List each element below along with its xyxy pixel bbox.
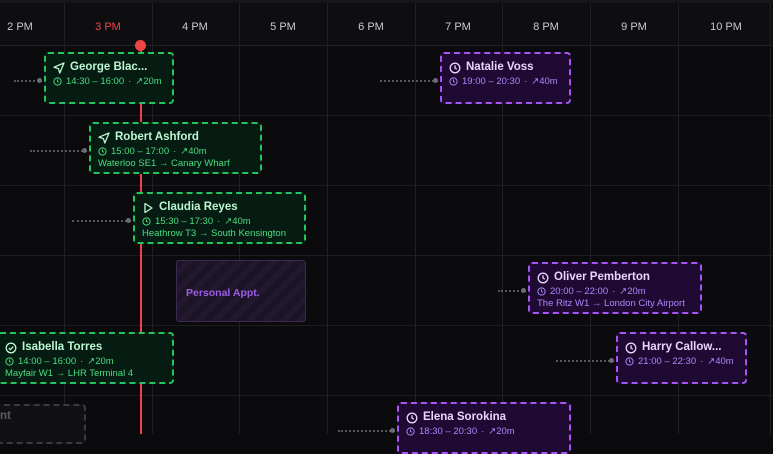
travel-connector (556, 360, 614, 362)
separator-dot: · (217, 216, 221, 227)
booking-duration: ↗20m (488, 426, 515, 437)
hour-label: 7 PM (445, 21, 471, 33)
hour-gridline (415, 3, 416, 434)
booking-card[interactable]: Isabella Torres 14:00 – 16:00 · ↗20m May… (0, 332, 174, 384)
connector-dot (521, 288, 526, 293)
connector-dot (126, 218, 131, 223)
partial-booking-card[interactable]: nt (0, 404, 86, 444)
booking-route: Mayfair W1 → LHR Terminal 4 (5, 368, 134, 379)
booking-time: 20:00 – 22:00 (550, 286, 609, 297)
clock-icon (5, 357, 14, 366)
travel-connector (338, 430, 395, 432)
booking-client-name: Oliver Pemberton (554, 271, 650, 283)
hour-gridline (327, 3, 328, 434)
connector-dot (390, 428, 395, 433)
row-divider (0, 115, 773, 116)
booking-time: 15:00 – 17:00 (111, 146, 170, 157)
booking-route: The Ritz W1 → London City Airport (537, 298, 685, 309)
booking-time: 19:00 – 20:30 (462, 76, 521, 87)
clock-icon (537, 271, 549, 284)
booking-duration: ↗40m (531, 76, 558, 87)
separator-dot: · (173, 146, 177, 157)
separator-dot: · (80, 356, 84, 367)
clock-icon (449, 61, 461, 74)
booking-duration: ↗20m (135, 76, 162, 87)
clock-icon (625, 341, 637, 354)
navigation-arrow-icon (53, 61, 65, 74)
booking-duration: ↗40m (180, 146, 207, 157)
hour-label: 6 PM (358, 21, 384, 33)
booking-client-name: Elena Sorokina (423, 411, 507, 423)
booking-card[interactable]: Harry Callow... 21:00 – 22:30 · ↗40m (616, 332, 747, 384)
booking-duration: ↗20m (87, 356, 114, 367)
booking-client-name: Isabella Torres (22, 341, 103, 353)
clock-icon (449, 77, 458, 86)
booking-client-name: Natalie Voss (466, 61, 534, 73)
hour-gridline (590, 3, 591, 434)
clock-icon (537, 287, 546, 296)
hour-label: 2 PM (7, 21, 33, 33)
booking-route: Heathrow T3 → South Kensington (142, 228, 286, 239)
personal-appointment-label: Personal Appt. (186, 287, 260, 299)
booking-client-name: George Blac... (70, 61, 148, 73)
travel-connector (72, 220, 131, 222)
hour-label: 8 PM (533, 21, 559, 33)
travel-connector (380, 80, 438, 82)
row-divider (0, 325, 773, 326)
booking-client-name: Harry Callow... (642, 341, 722, 353)
current-time-marker (135, 40, 146, 51)
navigation-arrow-icon (98, 131, 110, 144)
separator-dot: · (524, 76, 528, 87)
row-divider (0, 185, 773, 186)
booking-time: 15:30 – 17:30 (155, 216, 214, 227)
row-divider (0, 395, 773, 396)
hour-label: 9 PM (621, 21, 647, 33)
travel-connector (30, 150, 87, 152)
separator-dot: · (612, 286, 616, 297)
connector-dot (609, 358, 614, 363)
booking-duration: ↗40m (224, 216, 251, 227)
booking-client-name: Claudia Reyes (159, 201, 238, 213)
clock-icon (406, 427, 415, 436)
booking-card[interactable]: Robert Ashford 15:00 – 17:00 · ↗40m Wate… (89, 122, 262, 174)
separator-dot: · (700, 356, 704, 367)
booking-time: 14:30 – 16:00 (66, 76, 125, 87)
booking-card[interactable]: George Blac... 14:30 – 16:00 · ↗20m (44, 52, 174, 104)
separator-dot: · (128, 76, 132, 87)
hour-gridline (770, 3, 771, 434)
clock-icon (406, 411, 418, 424)
booking-client-name: Robert Ashford (115, 131, 199, 143)
booking-card[interactable]: Elena Sorokina 18:30 – 20:30 · ↗20m (397, 402, 571, 454)
check-circle-icon (5, 341, 17, 354)
booking-card[interactable]: Claudia Reyes 15:30 – 17:30 · ↗40m Heath… (133, 192, 306, 244)
personal-appointment-block[interactable]: Personal Appt. (176, 260, 306, 322)
booking-duration: ↗20m (619, 286, 646, 297)
clock-icon (53, 77, 62, 86)
hour-label: 10 PM (710, 21, 742, 33)
booking-duration: ↗40m (707, 356, 734, 367)
connector-dot (433, 78, 438, 83)
play-icon (142, 201, 154, 214)
clock-icon (98, 147, 107, 156)
hour-label: 4 PM (182, 21, 208, 33)
hour-label: 5 PM (270, 21, 296, 33)
hour-label: 3 PM (95, 21, 121, 33)
booking-card[interactable]: Natalie Voss 19:00 – 20:30 · ↗40m (440, 52, 571, 104)
connector-dot (37, 78, 42, 83)
row-divider (0, 255, 773, 256)
partial-booking-label: nt (0, 410, 11, 422)
clock-icon (142, 217, 151, 226)
booking-time: 21:00 – 22:30 (638, 356, 697, 367)
connector-dot (82, 148, 87, 153)
booking-card[interactable]: Oliver Pemberton 20:00 – 22:00 · ↗20m Th… (528, 262, 702, 314)
booking-route: Waterloo SE1 → Canary Wharf (98, 158, 230, 169)
clock-icon (625, 357, 634, 366)
booking-time: 14:00 – 16:00 (18, 356, 77, 367)
separator-dot: · (481, 426, 485, 437)
booking-time: 18:30 – 20:30 (419, 426, 478, 437)
